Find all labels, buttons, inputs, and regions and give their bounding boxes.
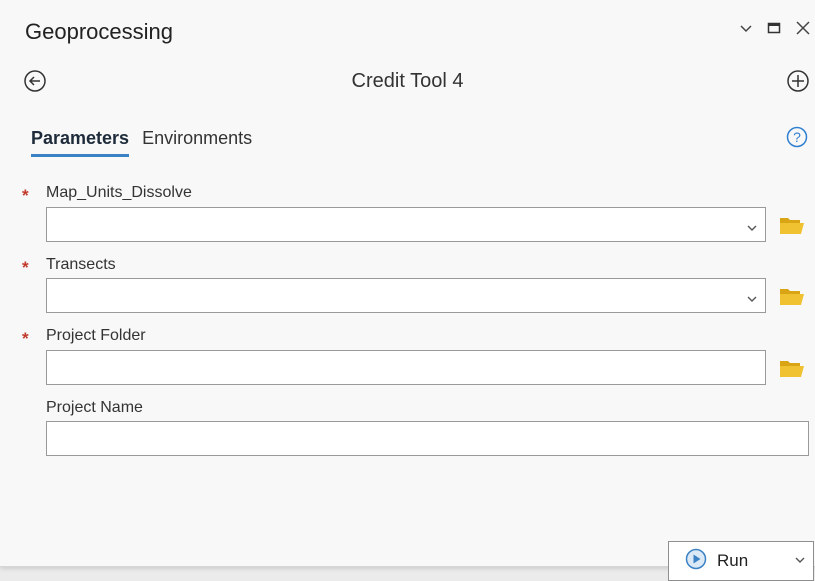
tab-bar: Parameters Environments — [31, 128, 252, 157]
required-marker: * — [22, 186, 29, 205]
folder-icon[interactable] — [779, 286, 805, 311]
required-marker: * — [22, 258, 29, 277]
svg-text:?: ? — [793, 129, 801, 145]
project-name-input[interactable] — [47, 422, 808, 455]
tool-title: Credit Tool 4 — [351, 70, 464, 92]
add-icon[interactable] — [786, 69, 810, 98]
play-icon — [685, 548, 707, 575]
maximize-icon[interactable] — [767, 21, 781, 35]
folder-icon[interactable] — [779, 215, 805, 240]
chevron-down-icon[interactable] — [795, 552, 805, 570]
close-icon[interactable] — [795, 20, 811, 36]
map-units-dissolve-input[interactable] — [47, 208, 765, 241]
tab-parameters[interactable]: Parameters — [31, 128, 130, 157]
chevron-down-icon[interactable] — [747, 291, 757, 309]
window-controls — [739, 20, 811, 36]
folder-icon[interactable] — [779, 358, 805, 383]
run-label: Run — [717, 551, 749, 570]
geoprocessing-pane: Geoprocessing Credit Tool 4 Parameters E… — [0, 0, 815, 581]
param-label-map-units-dissolve: Map_Units_Dissolve — [46, 184, 192, 201]
param-label-transects: Transects — [46, 256, 116, 273]
map-units-dissolve-dropdown[interactable] — [46, 207, 766, 242]
run-button[interactable]: Run — [668, 541, 814, 581]
pane-title: Geoprocessing — [25, 19, 173, 44]
project-name-field[interactable] — [46, 421, 809, 456]
project-folder-input[interactable] — [47, 351, 765, 384]
back-arrow-icon[interactable] — [23, 69, 47, 98]
param-label-project-name: Project Name — [46, 399, 143, 416]
chevron-down-icon[interactable] — [739, 21, 753, 35]
required-marker: * — [22, 329, 29, 348]
transects-input[interactable] — [47, 279, 765, 312]
transects-dropdown[interactable] — [46, 278, 766, 313]
project-folder-field[interactable] — [46, 350, 766, 385]
chevron-down-icon[interactable] — [747, 220, 757, 238]
help-icon[interactable]: ? — [786, 126, 808, 153]
tab-environments[interactable]: Environments — [142, 128, 252, 157]
param-label-project-folder: Project Folder — [46, 327, 146, 344]
